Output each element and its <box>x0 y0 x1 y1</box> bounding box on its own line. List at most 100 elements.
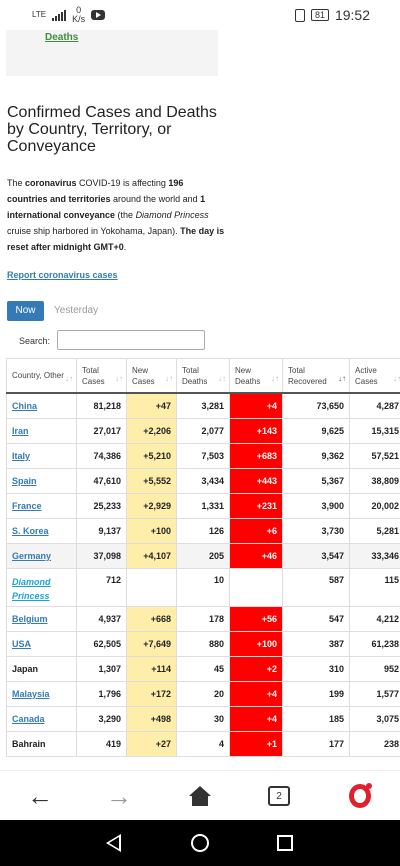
active-cases-cell: 4,287 <box>349 394 400 418</box>
total-recovered-cell: 73,650 <box>282 394 349 418</box>
header-new-cases[interactable]: New Cases ↓↑ <box>126 359 176 392</box>
table-header: Country, Other ↓↑ Total Cases ↓↑ New Cases… <box>6 358 400 394</box>
total-recovered-cell: 547 <box>282 607 349 631</box>
header-total-cases[interactable]: Total Cases ↓↑ <box>76 359 126 392</box>
header-active-cases-label: Active Cases <box>355 365 378 386</box>
cases-table: Country, Other ↓↑ Total Cases ↓↑ New Cases… <box>6 358 400 757</box>
new-deaths-cell: +6 <box>229 519 282 543</box>
new-cases-cell: +2,206 <box>126 419 176 443</box>
network-speed: 0 K/s <box>72 6 85 24</box>
new-deaths-cell: +2 <box>229 657 282 681</box>
new-deaths-cell: +683 <box>229 444 282 468</box>
header-country[interactable]: Country, Other ↓↑ <box>6 359 76 392</box>
total-recovered-cell: 3,730 <box>282 519 349 543</box>
opera-menu-button[interactable] <box>345 783 375 809</box>
system-recents-icon[interactable] <box>277 835 293 851</box>
total-recovered-cell: 199 <box>282 682 349 706</box>
tabs-button[interactable]: 2 <box>264 783 294 809</box>
active-cases-cell: 61,238 <box>349 632 400 656</box>
header-new-cases-label: New Cases <box>132 365 155 386</box>
home-icon <box>189 786 211 806</box>
total-deaths-cell: 7,503 <box>176 444 229 468</box>
signal-icon <box>52 9 67 21</box>
header-new-deaths[interactable]: New Deaths ↓↑ <box>229 359 282 392</box>
header-total-recovered[interactable]: Total Recovered ↓↑ <box>282 359 349 392</box>
new-cases-cell: +4,107 <box>126 544 176 568</box>
new-deaths-cell: +56 <box>229 607 282 631</box>
opera-logo-icon <box>349 783 372 808</box>
active-cases-cell: 38,809 <box>349 469 400 493</box>
country-cell: Italy <box>6 444 76 468</box>
new-cases-cell: +114 <box>126 657 176 681</box>
country-name: Japan <box>12 664 39 674</box>
new-deaths-cell: +4 <box>229 682 282 706</box>
country-link[interactable]: Germany <box>12 551 51 561</box>
total-recovered-cell: 3,547 <box>282 544 349 568</box>
country-link[interactable]: Malaysia <box>12 689 50 699</box>
header-total-deaths[interactable]: Total Deaths ↓↑ <box>176 359 229 392</box>
back-arrow-icon[interactable]: ← <box>25 781 55 811</box>
country-cell: Iran <box>6 419 76 443</box>
country-cell: Diamond Princess <box>6 569 76 606</box>
status-right: 81 19:52 <box>294 7 370 23</box>
new-deaths-cell: +1 <box>229 732 282 756</box>
country-link[interactable]: Belgium <box>12 614 48 624</box>
country-cell: France <box>6 494 76 518</box>
status-left: LTE 0 K/s <box>32 6 106 24</box>
total-cases-cell: 74,386 <box>76 444 126 468</box>
summary-card: Deaths <box>6 30 218 76</box>
system-home-icon[interactable] <box>191 834 209 852</box>
total-cases-cell: 3,290 <box>76 707 126 731</box>
total-cases-cell: 25,233 <box>76 494 126 518</box>
system-back-icon[interactable] <box>106 834 121 852</box>
new-deaths-cell: +143 <box>229 419 282 443</box>
total-cases-cell: 9,137 <box>76 519 126 543</box>
new-deaths-cell: +4 <box>229 707 282 731</box>
country-link[interactable]: Iran <box>12 426 29 436</box>
header-active-cases[interactable]: Active Cases ↓↑ <box>349 359 400 392</box>
report-cases-link[interactable]: Report coronavirus cases <box>7 270 118 280</box>
country-link[interactable]: China <box>12 401 37 411</box>
total-cases-cell: 27,017 <box>76 419 126 443</box>
new-deaths-cell <box>229 569 282 606</box>
sort-icon: ↓↑ <box>115 374 123 383</box>
web-page[interactable]: Deaths Confirmed Cases and Deaths by Cou… <box>0 30 400 770</box>
deaths-link[interactable]: Deaths <box>45 32 78 43</box>
total-cases-cell: 419 <box>76 732 126 756</box>
forward-arrow-icon[interactable]: → <box>104 781 134 811</box>
table-row: S. Korea 9,137 +100 126 +6 3,730 5,281 <box>6 519 400 544</box>
tab-now[interactable]: Now <box>7 301 44 321</box>
total-deaths-cell: 1,331 <box>176 494 229 518</box>
table-row: Spain 47,610 +5,552 3,434 +443 5,367 38,809 <box>6 469 400 494</box>
tab-yesterday[interactable]: Yesterday <box>54 301 98 321</box>
notification-dot <box>366 783 372 789</box>
country-cell: Spain <box>6 469 76 493</box>
country-link[interactable]: Diamond Princess <box>12 575 71 603</box>
country-link[interactable]: USA <box>12 639 31 649</box>
header-new-deaths-label: New Deaths <box>235 365 261 386</box>
total-deaths-cell: 45 <box>176 657 229 681</box>
country-link[interactable]: Italy <box>12 451 30 461</box>
country-link[interactable]: Canada <box>12 714 45 724</box>
country-link[interactable]: S. Korea <box>12 526 49 536</box>
search-label: Search: <box>19 336 51 346</box>
new-cases-cell: +5,552 <box>126 469 176 493</box>
total-deaths-cell: 880 <box>176 632 229 656</box>
network-type: LTE <box>32 10 47 19</box>
clock: 19:52 <box>334 7 370 23</box>
total-recovered-cell: 9,625 <box>282 419 349 443</box>
vibrate-icon <box>294 8 305 22</box>
country-link[interactable]: Spain <box>12 476 37 486</box>
total-cases-cell: 1,307 <box>76 657 126 681</box>
country-cell: Belgium <box>6 607 76 631</box>
header-total-deaths-label: Total Deaths <box>182 365 208 386</box>
country-link[interactable]: France <box>12 501 42 511</box>
search-input[interactable] <box>57 330 205 350</box>
sort-icon: ↓↑ <box>65 374 73 383</box>
system-nav-bar <box>0 820 400 866</box>
total-deaths-cell: 205 <box>176 544 229 568</box>
home-button[interactable] <box>185 783 215 809</box>
total-deaths-cell: 4 <box>176 732 229 756</box>
country-cell: China <box>6 394 76 418</box>
intro-text-2: COVID-19 is affecting <box>76 178 169 188</box>
